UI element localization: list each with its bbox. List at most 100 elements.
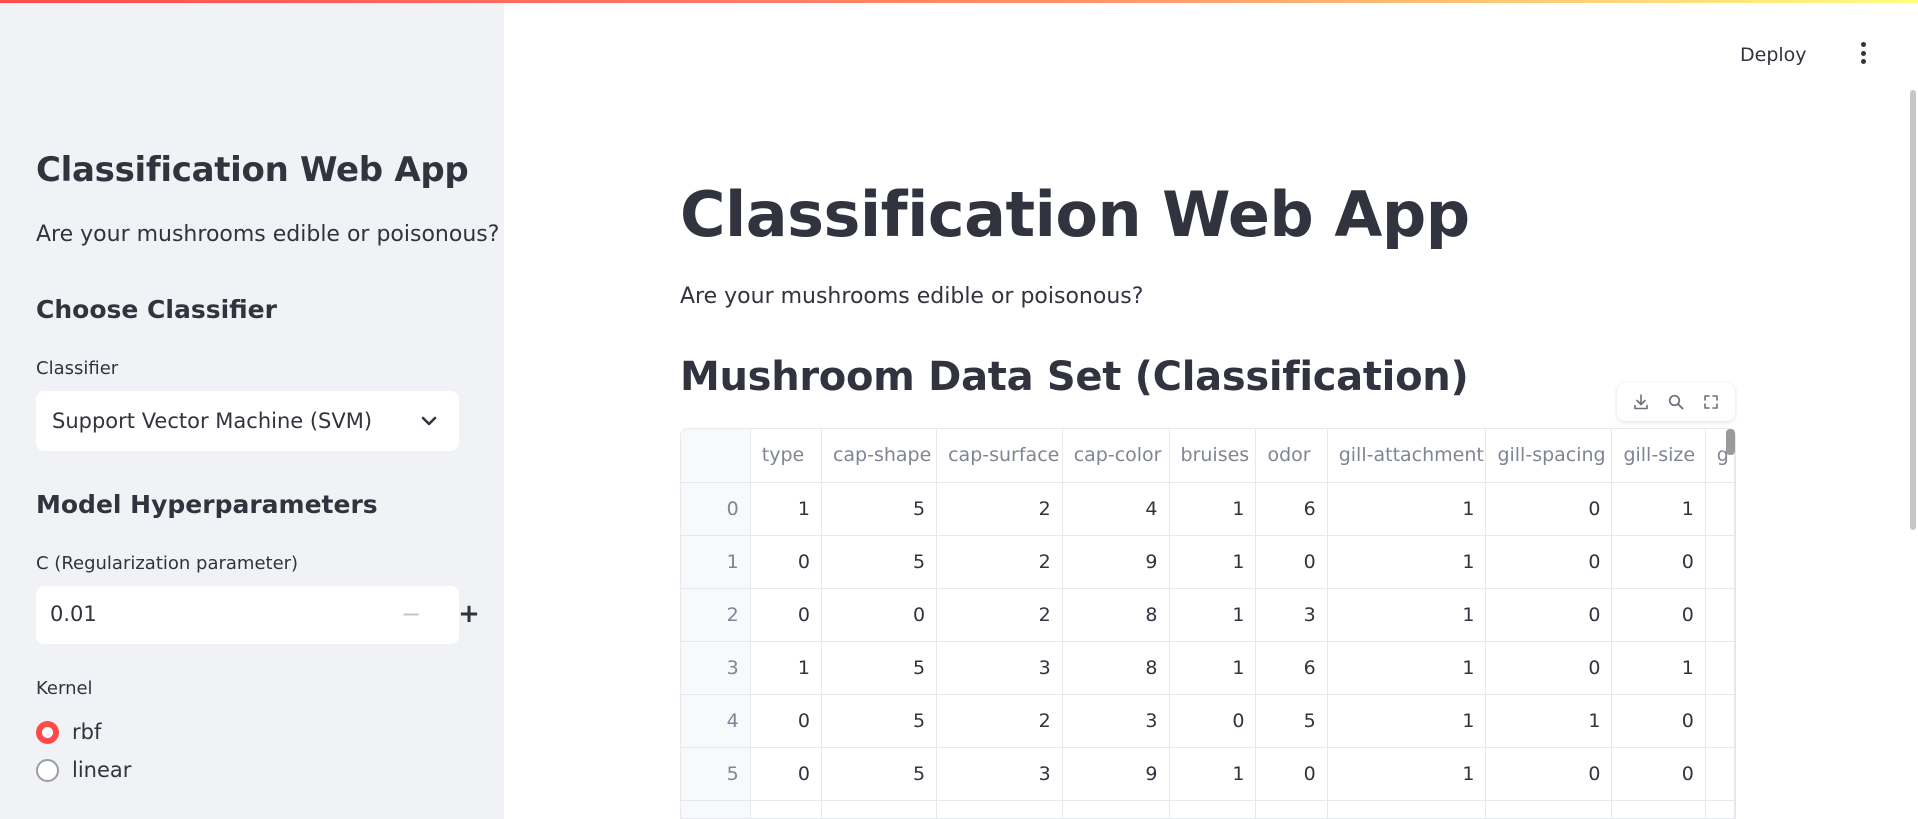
c-parameter-input[interactable]: 0.01 − + — [36, 586, 480, 644]
table-cell[interactable]: 0 — [1611, 694, 1706, 748]
column-header[interactable]: gill-attachment — [1327, 429, 1487, 483]
increment-button[interactable]: + — [454, 600, 484, 630]
column-header[interactable]: odor — [1255, 429, 1328, 483]
table-cell[interactable]: 2 — [936, 694, 1063, 748]
c-parameter-value[interactable]: 0.01 — [50, 602, 97, 626]
table-cell[interactable]: 1 — [1169, 535, 1257, 589]
table-cell[interactable]: 3 — [1255, 588, 1328, 642]
table-cell[interactable]: 0 — [1611, 800, 1706, 818]
table-cell[interactable]: 0 — [1485, 641, 1613, 695]
table-cell[interactable]: 6 — [1255, 482, 1328, 536]
table-cell[interactable]: 3 — [936, 641, 1063, 695]
table-cell[interactable]: 1 — [1327, 641, 1487, 695]
table-cell[interactable]: 1 — [1327, 482, 1487, 536]
table-scrollbar[interactable] — [1726, 429, 1735, 455]
table-cell[interactable]: 1 — [1169, 747, 1257, 801]
table-cell[interactable]: 5 — [821, 747, 938, 801]
table-cell[interactable]: 5 — [821, 641, 938, 695]
table-cell[interactable]: 8 — [1062, 800, 1170, 818]
table-cell[interactable]: 2 — [936, 535, 1063, 589]
table-cell[interactable]: 2 — [936, 588, 1063, 642]
column-header[interactable] — [681, 429, 751, 483]
page-scrollbar[interactable] — [1910, 90, 1916, 530]
table-cell[interactable]: 0 — [1255, 535, 1328, 589]
table-cell[interactable]: 1 — [1169, 800, 1257, 818]
row-index-cell[interactable]: 6 — [681, 800, 751, 818]
table-cell[interactable]: 1 — [1169, 641, 1257, 695]
table-cell[interactable]: 5 — [821, 535, 938, 589]
table-cell[interactable]: 0 — [750, 694, 822, 748]
row-index-cell[interactable]: 2 — [681, 588, 751, 642]
column-header[interactable]: cap-color — [1062, 429, 1170, 483]
table-cell[interactable]: 0 — [1169, 694, 1257, 748]
deploy-button[interactable]: Deploy — [1740, 44, 1807, 66]
table-cell[interactable]: 1 — [1327, 694, 1487, 748]
table-cell[interactable]: 0 — [1485, 800, 1613, 818]
table-cell[interactable] — [1705, 588, 1735, 642]
table-cell[interactable]: 0 — [821, 800, 938, 818]
column-header[interactable]: cap-surface — [936, 429, 1063, 483]
table-cell[interactable]: 0 — [1485, 747, 1613, 801]
table-cell[interactable]: 0 — [750, 800, 822, 818]
table-cell[interactable]: 5 — [821, 694, 938, 748]
table-cell[interactable]: 3 — [1062, 694, 1170, 748]
table-cell[interactable]: 4 — [1062, 482, 1170, 536]
table-cell[interactable]: 1 — [750, 641, 822, 695]
download-icon[interactable] — [1630, 391, 1652, 413]
table-cell[interactable] — [1705, 482, 1735, 536]
radio-selected-icon[interactable] — [36, 720, 59, 744]
column-header[interactable]: gill-spacing — [1485, 429, 1613, 483]
column-header[interactable]: bruises — [1169, 429, 1257, 483]
table-cell[interactable] — [1705, 535, 1735, 589]
table-cell[interactable]: 2 — [936, 482, 1063, 536]
row-index-cell[interactable]: 1 — [681, 535, 751, 589]
table-cell[interactable]: 1 — [1327, 747, 1487, 801]
kebab-menu-icon[interactable] — [1855, 42, 1871, 68]
table-cell[interactable] — [1705, 800, 1735, 818]
table-cell[interactable]: 0 — [750, 588, 822, 642]
table-cell[interactable]: 0 — [1255, 747, 1328, 801]
kernel-option-linear[interactable]: linear — [36, 758, 131, 782]
table-cell[interactable]: 0 — [821, 588, 938, 642]
table-cell[interactable]: 5 — [821, 482, 938, 536]
table-cell[interactable]: 9 — [1062, 535, 1170, 589]
table-cell[interactable]: 1 — [1611, 482, 1706, 536]
table-cell[interactable]: 0 — [750, 535, 822, 589]
table-cell[interactable]: 0 — [1611, 747, 1706, 801]
table-cell[interactable]: 1 — [750, 482, 822, 536]
table-cell[interactable]: 0 — [1611, 535, 1706, 589]
row-index-cell[interactable]: 4 — [681, 694, 751, 748]
row-index-cell[interactable]: 0 — [681, 482, 751, 536]
column-header[interactable]: gill-size — [1611, 429, 1706, 483]
table-cell[interactable]: 1 — [1169, 588, 1257, 642]
row-index-cell[interactable]: 3 — [681, 641, 751, 695]
table-cell[interactable]: 1 — [1327, 800, 1487, 818]
table-cell[interactable] — [1705, 694, 1735, 748]
table-cell[interactable]: 2 — [936, 800, 1063, 818]
radio-unselected-icon[interactable] — [36, 758, 59, 782]
table-cell[interactable]: 6 — [1255, 641, 1328, 695]
table-cell[interactable]: 1 — [1611, 641, 1706, 695]
table-cell[interactable]: 5 — [1255, 694, 1328, 748]
fullscreen-icon[interactable] — [1700, 391, 1722, 413]
table-cell[interactable]: 3 — [1255, 800, 1328, 818]
table-cell[interactable]: 0 — [1485, 482, 1613, 536]
table-cell[interactable] — [1705, 641, 1735, 695]
table-cell[interactable]: 8 — [1062, 588, 1170, 642]
table-cell[interactable]: 1 — [1327, 588, 1487, 642]
table-cell[interactable]: 3 — [936, 747, 1063, 801]
decrement-button[interactable]: − — [396, 600, 426, 630]
table-cell[interactable]: 0 — [1485, 535, 1613, 589]
table-cell[interactable]: 0 — [1485, 588, 1613, 642]
table-cell[interactable]: 8 — [1062, 641, 1170, 695]
table-cell[interactable] — [1705, 747, 1735, 801]
column-header[interactable]: cap-shape — [821, 429, 938, 483]
search-icon[interactable] — [1665, 391, 1687, 413]
kernel-option-rbf[interactable]: rbf — [36, 720, 101, 744]
table-cell[interactable]: 1 — [1485, 694, 1613, 748]
table-cell[interactable]: 9 — [1062, 747, 1170, 801]
table-cell[interactable]: 0 — [1611, 588, 1706, 642]
table-cell[interactable]: 1 — [1169, 482, 1257, 536]
table-cell[interactable]: 0 — [750, 747, 822, 801]
data-table[interactable]: type cap-shape cap-surface cap-color bru… — [680, 428, 1736, 819]
